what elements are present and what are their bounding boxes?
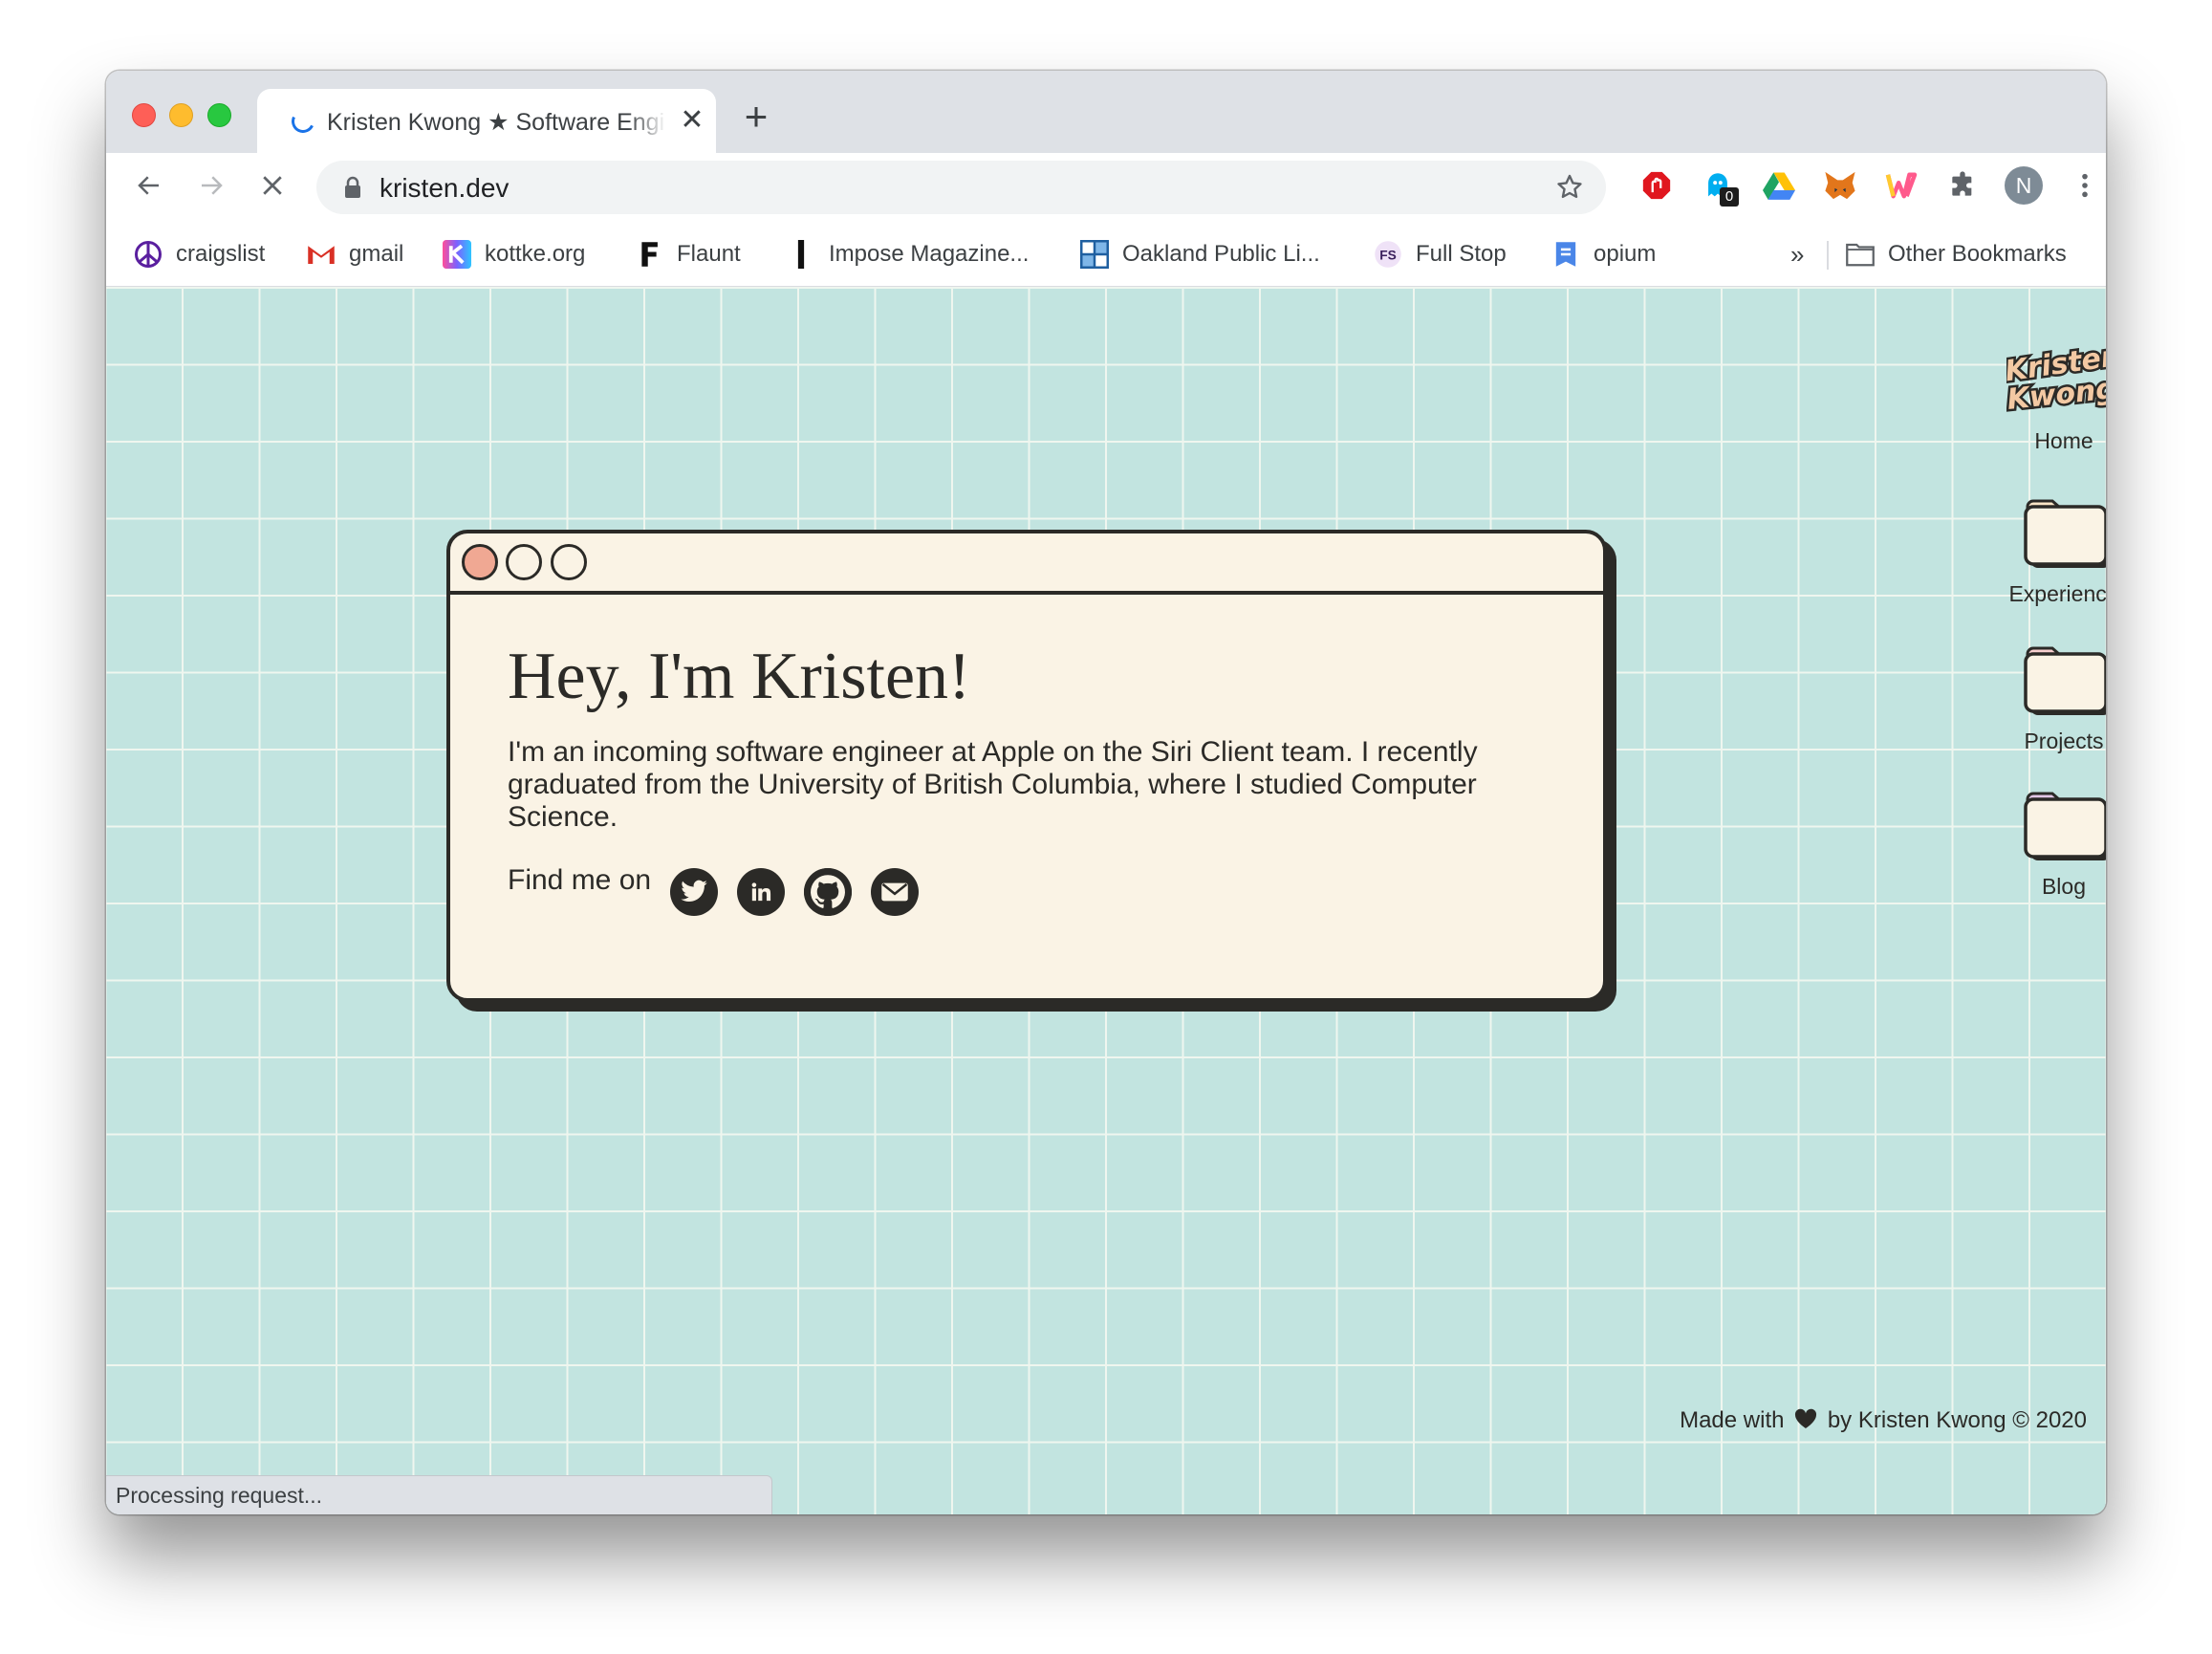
bookmark-label: Flaunt [677,241,741,267]
email-icon [881,882,908,902]
sidebar-item-experience[interactable]: Experience [1992,493,2106,607]
library-icon [1080,240,1109,269]
profile-avatar[interactable]: N [2005,166,2043,205]
bookmarks-overflow-button[interactable]: » [1790,237,1804,272]
close-window-button[interactable] [132,103,156,127]
footer-suffix: by Kristen Kwong © 2020 [1827,1407,2087,1433]
intro-paragraph: I'm an incoming software engineer at App… [508,736,1478,833]
bookmark-craigslist[interactable]: craigslist [134,237,265,272]
flaunt-icon [635,240,663,269]
linkedin-icon [751,882,771,902]
opium-icon [1551,240,1580,269]
kottke-icon [443,240,471,269]
intro-window-card: Hey, I'm Kristen! I'm an incoming softwa… [446,530,1607,1002]
metamask-fox-icon[interactable] [1821,166,1859,205]
forward-button[interactable] [192,166,230,205]
sidebar-item-blog[interactable]: Blog [1992,786,2106,900]
twitter-link[interactable] [670,868,718,916]
github-icon [804,868,852,916]
card-maximize-dot[interactable] [551,544,587,580]
lock-icon [345,176,360,198]
title-bar: Kristen Kwong ★ Software Engineer ✕ + [106,71,2106,153]
stop-icon [263,176,282,195]
heart-icon [1795,1408,1817,1428]
bookmark-flaunt[interactable]: Flaunt [635,237,741,272]
extensions-puzzle-icon[interactable] [1943,166,1982,205]
bookmark-label: Oakland Public Li... [1122,241,1320,267]
bookmark-label: Impose Magazine... [829,241,1030,267]
sidebar-item-home[interactable]: Kristen Kwong Home [1992,337,2106,454]
footer-prefix: Made with [1680,1407,1785,1433]
bookmark-label: opium [1594,241,1657,267]
bookmark-kottke[interactable]: kottke.org [443,237,585,272]
sidebar-label-experience: Experience [2008,581,2106,606]
minimize-window-button[interactable] [169,103,193,127]
loading-spinner-icon [288,106,318,137]
page-content: Hey, I'm Kristen! I'm an incoming softwa… [106,287,2106,1514]
active-tab[interactable]: Kristen Kwong ★ Software Engineer ✕ [257,89,716,153]
folder-icon [2024,499,2106,568]
forward-arrow-icon [202,176,223,195]
intro-heading: Hey, I'm Kristen! [508,640,971,713]
fullstop-icon: FS [1374,240,1402,269]
ghostery-extension-icon[interactable]: 0 [1699,166,1739,207]
adblock-extension-icon[interactable] [1637,166,1676,205]
card-title-bar [450,533,1603,595]
folder-icon [2024,646,2106,715]
maximize-window-button[interactable] [207,103,231,127]
back-button[interactable] [130,166,168,205]
bookmarks-bar: craigslist gmail kottke.org Flaunt Impos… [106,222,2106,287]
card-minimize-dot[interactable] [506,544,542,580]
extension-badge: 0 [1720,187,1739,207]
find-me-label: Find me on [508,864,652,896]
new-tab-button[interactable]: + [739,97,773,137]
status-bubble: Processing request... [106,1475,772,1514]
toolbar: kristen.dev 0 N [106,153,2106,222]
bookmark-gmail[interactable]: gmail [307,237,403,272]
tab-title: Kristen Kwong ★ Software Engineer [327,108,666,137]
folder-icon [2024,792,2106,860]
browser-menu-button[interactable] [2066,166,2104,205]
kristen-kwong-logo: Kristen Kwong [2001,337,2106,419]
bookmark-label: kottke.org [485,241,586,267]
url-text: kristen.dev [380,173,510,203]
twitter-icon [681,880,707,903]
sidebar-label-blog: Blog [2041,874,2087,899]
bookmark-full-stop[interactable]: FS Full Stop [1374,237,1507,272]
email-link[interactable] [871,868,919,916]
bookmark-divider [1827,241,1829,270]
tab-close-button[interactable]: ✕ [678,106,706,135]
peace-icon [134,240,163,269]
other-bookmarks-folder[interactable]: Other Bookmarks [1846,237,2067,272]
bookmark-opium[interactable]: opium [1551,237,1656,272]
bookmark-label: craigslist [176,241,266,267]
bookmark-impose[interactable]: Impose Magazine... [787,237,1029,272]
stop-loading-button[interactable] [253,166,292,205]
impose-icon [787,240,815,269]
kebab-menu-icon [2082,173,2088,198]
bookmark-star-icon[interactable] [1554,172,1585,203]
bookmark-oakland-library[interactable]: Oakland Public Li... [1080,237,1320,272]
page-footer: Made with by Kristen Kwong © 2020 [1680,1407,2087,1434]
folder-icon [1846,240,1875,269]
bookmark-label: gmail [349,241,404,267]
sidebar-label-home: Home [2034,428,2093,453]
svg-text:FS: FS [1379,249,1397,263]
sidebar-label-projects: Projects [2024,729,2104,753]
wonder-extension-icon[interactable] [1882,166,1920,205]
bookmark-label: Full Stop [1416,241,1507,267]
gmail-icon [307,240,336,269]
back-arrow-icon [138,176,159,195]
sidebar-item-projects[interactable]: Projects [1992,641,2106,754]
linkedin-link[interactable] [737,868,785,916]
github-link[interactable] [804,868,852,916]
browser-window: Kristen Kwong ★ Software Engineer ✕ + kr… [106,71,2106,1514]
address-bar[interactable]: kristen.dev [316,161,1606,214]
other-bookmarks-label: Other Bookmarks [1888,241,2067,267]
profile-initial: N [2005,166,2043,205]
google-drive-icon[interactable] [1760,166,1798,205]
card-close-dot[interactable] [462,544,498,580]
